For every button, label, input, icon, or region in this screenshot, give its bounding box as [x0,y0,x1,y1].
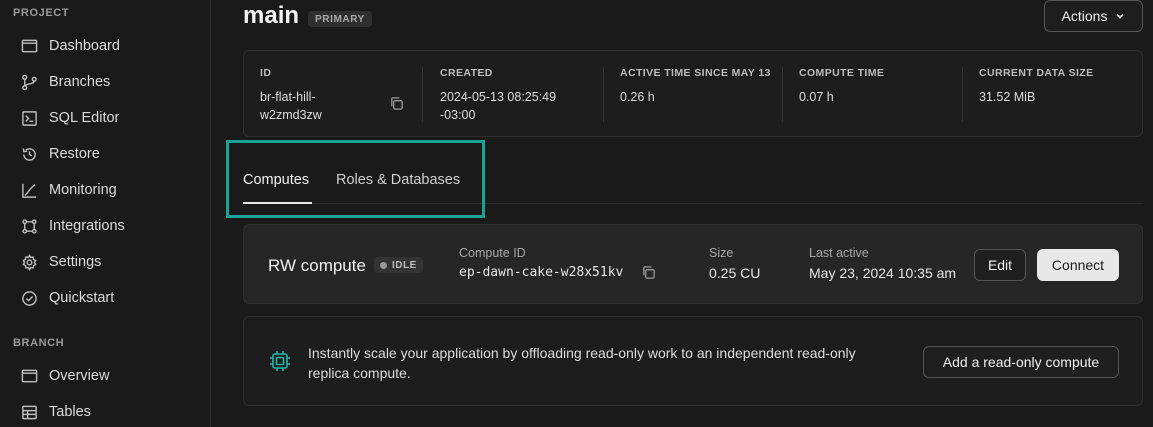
sidebar-item-label: Branches [49,74,111,90]
sidebar-item-restore[interactable]: Restore [0,139,210,169]
quickstart-icon [20,289,38,307]
compute-id-value: ep-dawn-cake-w28x51kv [459,265,624,280]
sidebar-item-label: Monitoring [49,182,117,198]
tabs-highlight-box [226,140,485,218]
dashboard-icon [20,37,38,55]
info-created-line2: -03:00 [440,108,476,122]
compute-size-value: 0.25 CU [709,265,761,281]
info-size-val: 31.52 MiB [979,90,1036,104]
sidebar-item-settings[interactable]: Settings [0,247,210,277]
info-compute-val: 0.07 h [799,90,834,104]
chevron-down-icon [1115,8,1125,24]
actions-label: Actions [1061,8,1108,24]
chip-icon [268,349,292,373]
branch-section-label: BRANCH [13,337,65,349]
copy-icon[interactable] [389,96,404,116]
read-only-card: Instantly scale your application by offl… [243,316,1143,406]
compute-card: RW compute IDLE Compute ID ep-dawn-cake-… [243,224,1143,304]
settings-icon [20,253,38,271]
info-created-line1: 2024-05-13 08:25:49 [440,90,557,104]
sidebar-item-label: Integrations [49,218,125,234]
sidebar-item-dashboard[interactable]: Dashboard [0,31,210,61]
compute-last-active-head: Last active [809,246,869,260]
sidebar-item-monitoring[interactable]: Monitoring [0,175,210,205]
restore-icon [20,145,38,163]
info-created: CREATED 2024-05-13 08:25:49 -03:00 [440,51,600,138]
overview-icon [20,367,38,385]
info-created-head: CREATED [440,67,493,79]
info-active-head: ACTIVE TIME SINCE MAY 13 [620,67,771,79]
sidebar-item-quickstart[interactable]: Quickstart [0,283,210,313]
sidebar-item-label: Tables [49,404,91,420]
sidebar-item-label: Settings [49,254,102,270]
status-badge: IDLE [374,257,423,273]
sidebar-item-branches[interactable]: Branches [0,67,210,97]
add-read-only-compute-button[interactable]: Add a read-only compute [923,346,1119,378]
status-label: IDLE [392,259,417,271]
sidebar-item-label: Restore [49,146,100,162]
sidebar-item-sql-editor[interactable]: SQL Editor [0,103,210,133]
branch-info-card: ID br-flat-hill- w2zmd3zw CREATED 2024-0… [243,50,1143,137]
tables-icon [20,403,38,421]
info-active-time: ACTIVE TIME SINCE MAY 13 0.26 h [620,51,790,138]
read-only-description: Instantly scale your application by offl… [308,345,856,381]
status-dot-icon [380,261,387,269]
copy-icon[interactable] [641,265,656,285]
sidebar-item-tables[interactable]: Tables [0,397,210,427]
compute-last-active-value: May 23, 2024 10:35 am [809,265,957,281]
info-active-val: 0.26 h [620,90,655,104]
sidebar-item-label: Overview [49,368,110,384]
actions-button[interactable]: Actions [1044,0,1143,32]
info-compute-time: COMPUTE TIME 0.07 h [799,51,959,138]
project-section-label: PROJECT [13,7,70,19]
compute-id-head: Compute ID [459,246,526,260]
connect-button[interactable]: Connect [1037,249,1119,281]
info-id-head: ID [260,67,272,79]
sidebar-item-label: SQL Editor [49,110,120,126]
info-id: ID br-flat-hill- w2zmd3zw [260,51,420,138]
sidebar-item-overview[interactable]: Overview [0,361,210,391]
edit-button[interactable]: Edit [974,249,1026,281]
branches-icon [20,73,38,91]
sidebar-item-label: Quickstart [49,290,115,306]
integrations-icon [20,217,38,235]
info-size-head: CURRENT DATA SIZE [979,67,1094,79]
info-data-size: CURRENT DATA SIZE 31.52 MiB [979,51,1139,138]
sidebar: PROJECT Dashboard Branches SQL Editor Re… [0,0,211,427]
sql-editor-icon [20,109,38,127]
compute-name: RW compute [268,256,366,275]
compute-size-head: Size [709,246,734,260]
sidebar-item-label: Dashboard [49,38,120,54]
primary-badge: PRIMARY [308,11,372,27]
info-compute-head: COMPUTE TIME [799,67,885,79]
monitoring-icon [20,181,38,199]
sidebar-item-integrations[interactable]: Integrations [0,211,210,241]
page-title: main [243,2,300,29]
